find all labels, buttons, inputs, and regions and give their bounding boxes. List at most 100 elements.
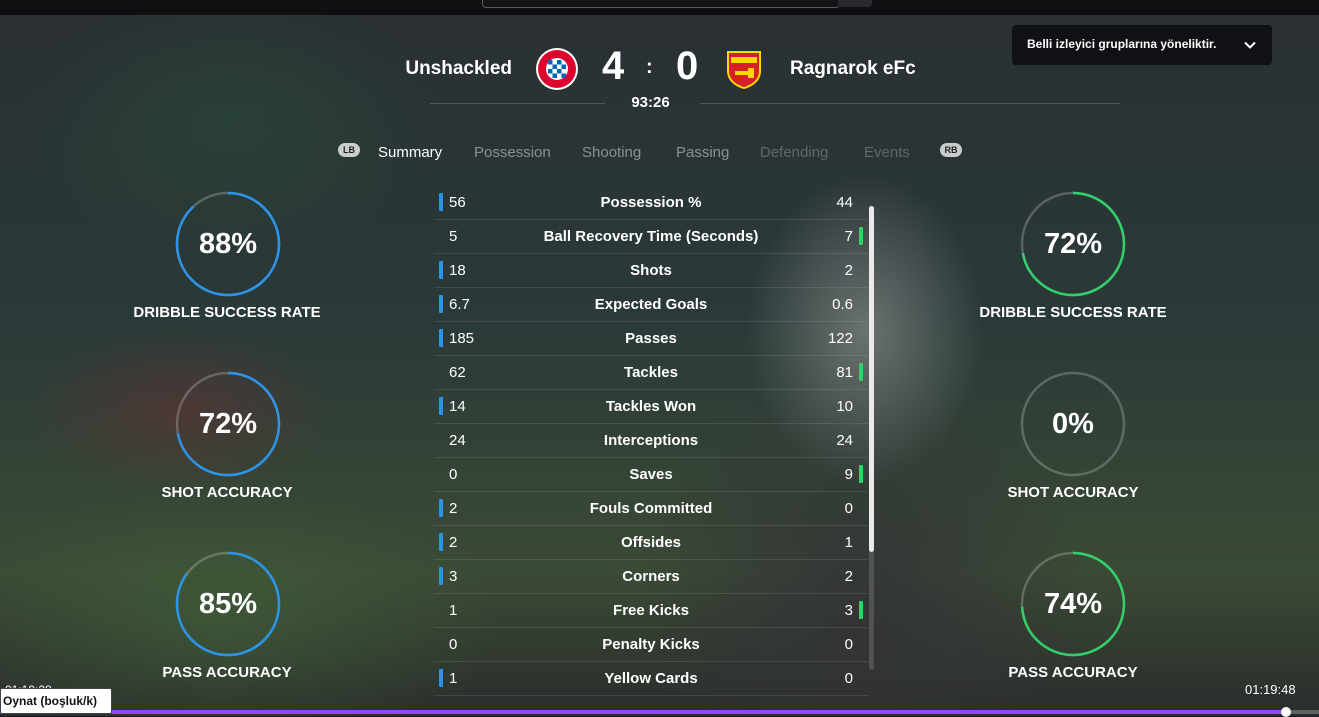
stat-label: Yellow Cards — [604, 670, 698, 687]
stat-home-value: 18 — [449, 262, 466, 279]
stat-label: Tackles Won — [605, 398, 697, 415]
audience-dropdown[interactable]: Belli izleyici gruplarına yöneliktir. — [1012, 25, 1272, 65]
chevron-down-icon — [1244, 41, 1256, 49]
stat-away-value: 9 — [844, 466, 853, 483]
stats-tabs: LB Summary Possession Shooting Passing D… — [0, 143, 1319, 164]
stat-row: Offsides 2 1 — [434, 526, 868, 560]
home-team-name: Unshackled — [405, 58, 512, 79]
search-button[interactable] — [838, 0, 872, 7]
stat-row: Corners 3 2 — [434, 560, 868, 594]
stat-row: Penalty Kicks 0 0 — [434, 628, 868, 662]
stat-away-value: 24 — [836, 432, 853, 449]
stat-label: Shots — [630, 262, 672, 279]
away-dribble-label: DRIBBLE SUCCESS RATE — [979, 304, 1167, 321]
video-progress-fill — [0, 710, 1287, 714]
stat-label: Possession % — [600, 194, 702, 211]
stat-away-value: 10 — [836, 398, 853, 415]
tab-possession[interactable]: Possession — [474, 144, 551, 161]
audience-dropdown-label: Belli izleyici gruplarına yöneliktir. — [1027, 37, 1217, 51]
home-dribble-ring: 88% — [174, 190, 282, 298]
stat-away-value: 81 — [836, 364, 853, 381]
play-tooltip: Oynat (boşluk/k) — [0, 688, 112, 714]
stat-row: Shots 18 2 — [434, 254, 868, 288]
home-dribble-label: DRIBBLE SUCCESS RATE — [133, 304, 321, 321]
score-separator: : — [646, 56, 653, 78]
stat-label: Ball Recovery Time (Seconds) — [543, 228, 759, 245]
rb-bumper-icon[interactable]: RB — [940, 143, 962, 157]
away-dribble-ring: 72% — [1019, 190, 1127, 298]
stat-label: Corners — [622, 568, 680, 585]
ring-value: 74% — [1043, 588, 1103, 620]
stat-label: Tackles — [624, 364, 678, 381]
stat-row: Expected Goals 6.7 0.6 — [434, 288, 868, 322]
away-pass-ring: 74% — [1019, 550, 1127, 658]
stat-label: Free Kicks — [613, 602, 689, 619]
stat-row: Saves 0 9 — [434, 458, 868, 492]
tab-summary[interactable]: Summary — [378, 144, 442, 161]
stat-label: Saves — [629, 466, 673, 483]
stat-away-value: 0.6 — [832, 296, 853, 313]
stat-away-value: 0 — [844, 670, 853, 687]
stat-row: Tackles Won 14 10 — [434, 390, 868, 424]
stat-row: Possession % 56 44 — [434, 186, 868, 220]
stats-scroll-thumb[interactable] — [869, 206, 874, 552]
stat-home-value: 1 — [449, 670, 458, 687]
stat-label: Passes — [625, 330, 677, 347]
stat-row: Interceptions 24 24 — [434, 424, 868, 458]
stat-home-value: 24 — [449, 432, 466, 449]
top-bar — [0, 0, 1319, 15]
ring-value: 72% — [1043, 228, 1103, 260]
tab-shooting[interactable]: Shooting — [582, 144, 641, 161]
away-team-name: Ragnarok eFc — [790, 58, 916, 79]
away-shot-label: SHOT ACCURACY — [1007, 484, 1139, 501]
stat-home-value: 2 — [449, 534, 458, 551]
fc-bayern-crest-icon — [535, 47, 579, 91]
ring-value: 85% — [198, 588, 258, 620]
stat-away-value: 3 — [844, 602, 853, 619]
stat-row: Tackles 62 81 — [434, 356, 868, 390]
stat-home-value: 0 — [449, 636, 458, 653]
stat-label: Expected Goals — [594, 296, 708, 313]
match-clock: 93:26 — [631, 94, 670, 111]
video-duration: 01:19:48 — [1245, 682, 1296, 697]
stat-home-value: 185 — [449, 330, 475, 347]
stat-away-value: 2 — [844, 568, 853, 585]
stat-away-value: 7 — [844, 228, 853, 245]
stat-row: Ball Recovery Time (Seconds) 5 7 — [434, 220, 868, 254]
stat-home-value: 14 — [449, 398, 466, 415]
stat-row: Yellow Cards 1 0 — [434, 662, 868, 696]
stat-home-value: 6.7 — [449, 296, 470, 313]
stat-home-value: 2 — [449, 500, 458, 517]
tab-events[interactable]: Events — [864, 144, 910, 161]
lb-bumper-icon[interactable]: LB — [338, 143, 360, 157]
stat-home-value: 62 — [449, 364, 466, 381]
stat-away-value: 44 — [836, 194, 853, 211]
stat-row: Passes 185 122 — [434, 322, 868, 356]
home-score: 4 — [602, 44, 625, 88]
tab-passing[interactable]: Passing — [676, 144, 729, 161]
stat-home-value: 56 — [449, 194, 466, 211]
stat-label: Interceptions — [603, 432, 699, 449]
stat-home-value: 1 — [449, 602, 458, 619]
home-shot-ring: 72% — [174, 370, 282, 478]
stat-row: Fouls Committed 2 0 — [434, 492, 868, 526]
home-pass-label: PASS ACCURACY — [162, 664, 292, 681]
stat-away-value: 122 — [827, 330, 853, 347]
stats-scrollbar[interactable] — [869, 206, 874, 670]
search-field[interactable] — [482, 0, 840, 8]
stat-home-value: 0 — [449, 466, 458, 483]
ring-value: 72% — [198, 408, 258, 440]
stat-away-value: 0 — [844, 500, 853, 517]
video-progress-bar[interactable] — [0, 707, 1319, 717]
play-tooltip-text: Oynat (boşluk/k) — [3, 694, 98, 708]
ring-value: 88% — [198, 228, 258, 260]
stat-home-value: 3 — [449, 568, 458, 585]
stat-label: Fouls Committed — [589, 500, 713, 517]
stat-label: Offsides — [620, 534, 681, 551]
tab-defending[interactable]: Defending — [760, 144, 828, 161]
stat-away-value: 1 — [844, 534, 853, 551]
stat-label: Penalty Kicks — [602, 636, 700, 653]
away-shot-ring: 0% — [1019, 370, 1127, 478]
away-pass-label: PASS ACCURACY — [1008, 664, 1138, 681]
home-pass-ring: 85% — [174, 550, 282, 658]
